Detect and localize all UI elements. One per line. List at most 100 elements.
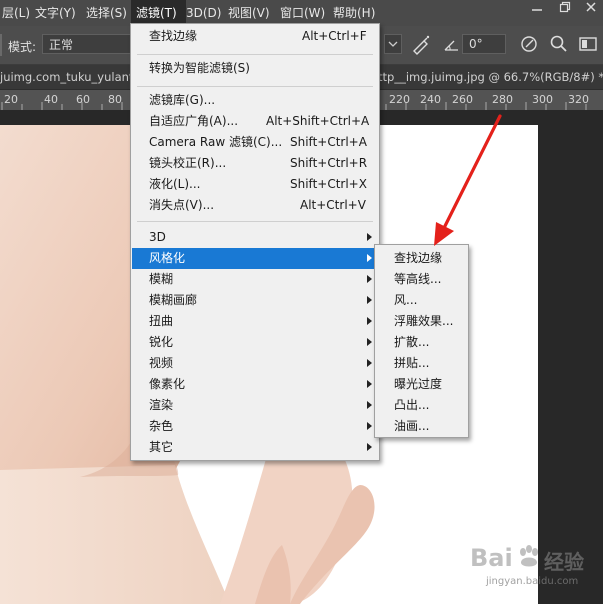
menu-item-label: 自适应广角(A)... [149,114,239,128]
submenu-item-find-edges[interactable]: 查找边缘 [375,248,468,269]
ruler-label: 60 [76,93,90,106]
menu-item-blur-gallery[interactable]: 模糊画廊 [131,290,379,311]
menu-separator [137,54,373,55]
menu-layer[interactable]: 层(L) [0,0,30,26]
menu-item-sharpen[interactable]: 锐化 [131,332,379,353]
submenu-item-label: 扩散... [394,335,430,349]
dropdown-chevron-icon[interactable] [384,34,402,54]
menu-item-label: 转换为智能滤镜(S) [149,61,250,75]
menu-select[interactable]: 选择(S) [86,0,127,26]
menu-item-shortcut: Alt+Ctrl+V [300,198,366,212]
menu-item-label: 像素化 [149,377,186,391]
pressure-icon[interactable] [518,33,540,55]
ruler-label: 220 [389,93,410,106]
menu-item-label: 杂色 [149,419,174,433]
document-tab-title-left[interactable]: juimg.com_tuku_yulantu_ [0,65,146,89]
menu-item-label: 锐化 [149,335,174,349]
watermark-brand-suffix: 经验 [544,550,584,574]
menu-item-shortcut: Shift+Ctrl+A [290,135,367,149]
airbrush-icon[interactable] [410,33,432,55]
menu-item-find-edges[interactable]: 查找边缘 Alt+Ctrl+F [131,26,379,47]
submenu-item-label: 拼贴... [394,356,430,370]
ruler-label: 320 [568,93,589,106]
menu-item-shortcut: Alt+Ctrl+F [302,29,367,43]
ruler-label: 80 [108,93,122,106]
ruler-label: 280 [492,93,513,106]
ruler-label: 240 [420,93,441,106]
menu-item-3d[interactable]: 3D [131,227,379,248]
menu-item-label: 其它 [149,440,174,454]
submenu-item-oil-paint[interactable]: 油画... [375,416,468,437]
menu-item-blur[interactable]: 模糊 [131,269,379,290]
menu-item-stylize[interactable]: 风格化 [132,248,378,269]
minimize-icon[interactable] [524,0,550,20]
submenu-item-extrude[interactable]: 凸出... [375,395,468,416]
submenu-arrow-icon [367,380,372,388]
menu-item-filter-gallery[interactable]: 滤镜库(G)... [131,90,379,111]
menu-separator [137,221,373,222]
submenu-item-label: 浮雕效果... [394,314,454,328]
menu-item-lens-correction[interactable]: 镜头校正(R)... Shift+Ctrl+R [131,153,379,174]
menu-item-shortcut: Shift+Ctrl+R [290,156,368,170]
document-tab-title-right[interactable]: ttp__img.juimg.jpg @ 66.7%(RGB/8#) * [378,65,603,89]
submenu-item-label: 曝光过度 [394,377,443,391]
menu-item-label: 模糊 [149,272,174,286]
menu-item-vanishing-point[interactable]: 消失点(V)... Alt+Ctrl+V [131,195,379,216]
menu-item-render[interactable]: 渲染 [131,395,379,416]
menu-item-label: 镜头校正(R)... [149,156,227,170]
menu-item-label: 视频 [149,356,174,370]
baidu-jingyan-watermark: Bai 经验 jingyan.baidu.com [470,540,598,600]
menu-item-pixelate[interactable]: 像素化 [131,374,379,395]
submenu-item-diffuse[interactable]: 扩散... [375,332,468,353]
menu-item-label: 扭曲 [149,314,174,328]
workspace-icon[interactable] [577,33,599,55]
menu-item-label: 消失点(V)... [149,198,215,212]
menu-item-label: 滤镜库(G)... [149,93,216,107]
bar-grip [0,34,2,56]
submenu-arrow-icon [367,359,372,367]
watermark-url: jingyan.baidu.com [486,576,579,587]
menu-type[interactable]: 文字(Y) [35,0,76,26]
menu-item-video[interactable]: 视频 [131,353,379,374]
submenu-item-solarize[interactable]: 曝光过度 [375,374,468,395]
menu-item-shortcut: Alt+Shift+Ctrl+A [266,114,370,128]
submenu-item-label: 油画... [394,419,430,433]
mode-select[interactable]: 正常 [42,34,132,54]
menu-item-label: 查找边缘 [149,29,198,43]
angle-input[interactable]: 0° [462,34,506,54]
close-icon[interactable] [578,0,603,20]
submenu-arrow-icon [367,401,372,409]
menu-item-label: 渲染 [149,398,174,412]
filter-menu: 查找边缘 Alt+Ctrl+F 转换为智能滤镜(S) 滤镜库(G)... 自适应… [130,23,380,461]
angle-icon [442,33,464,55]
restore-icon[interactable] [552,0,578,20]
submenu-arrow-icon [367,233,372,241]
menu-item-label: 模糊画廊 [149,293,198,307]
submenu-arrow-icon [367,296,372,304]
submenu-arrow-icon [367,275,372,283]
watermark-brand: Bai [470,544,513,572]
submenu-item-emboss[interactable]: 浮雕效果... [375,311,468,332]
menu-item-noise[interactable]: 杂色 [131,416,379,437]
submenu-item-contour[interactable]: 等高线... [375,269,468,290]
submenu-arrow-icon [367,422,372,430]
search-icon[interactable] [548,33,570,55]
menu-item-convert-smart-filter[interactable]: 转换为智能滤镜(S) [131,58,379,79]
submenu-item-wind[interactable]: 风... [375,290,468,311]
menu-item-label: 3D [149,230,166,244]
stylize-submenu: 查找边缘 等高线... 风... 浮雕效果... 扩散... 拼贴... 曝光过… [374,244,469,438]
submenu-arrow-icon [367,338,372,346]
menu-item-camera-raw[interactable]: Camera Raw 滤镜(C)... Shift+Ctrl+A [131,132,379,153]
paw-logo-icon [520,545,538,567]
menu-item-liquify[interactable]: 液化(L)... Shift+Ctrl+X [131,174,379,195]
red-arrow-annotation [434,114,502,246]
submenu-item-label: 风... [394,293,418,307]
menu-separator [137,86,373,87]
submenu-item-tiles[interactable]: 拼贴... [375,353,468,374]
submenu-item-label: 查找边缘 [394,251,443,265]
menu-item-other[interactable]: 其它 [131,437,379,458]
menu-item-adaptive-wide-angle[interactable]: 自适应广角(A)... Alt+Shift+Ctrl+A [131,111,379,132]
menu-item-label: 液化(L)... [149,177,201,191]
menu-item-distort[interactable]: 扭曲 [131,311,379,332]
ruler-label: 20 [4,93,18,106]
